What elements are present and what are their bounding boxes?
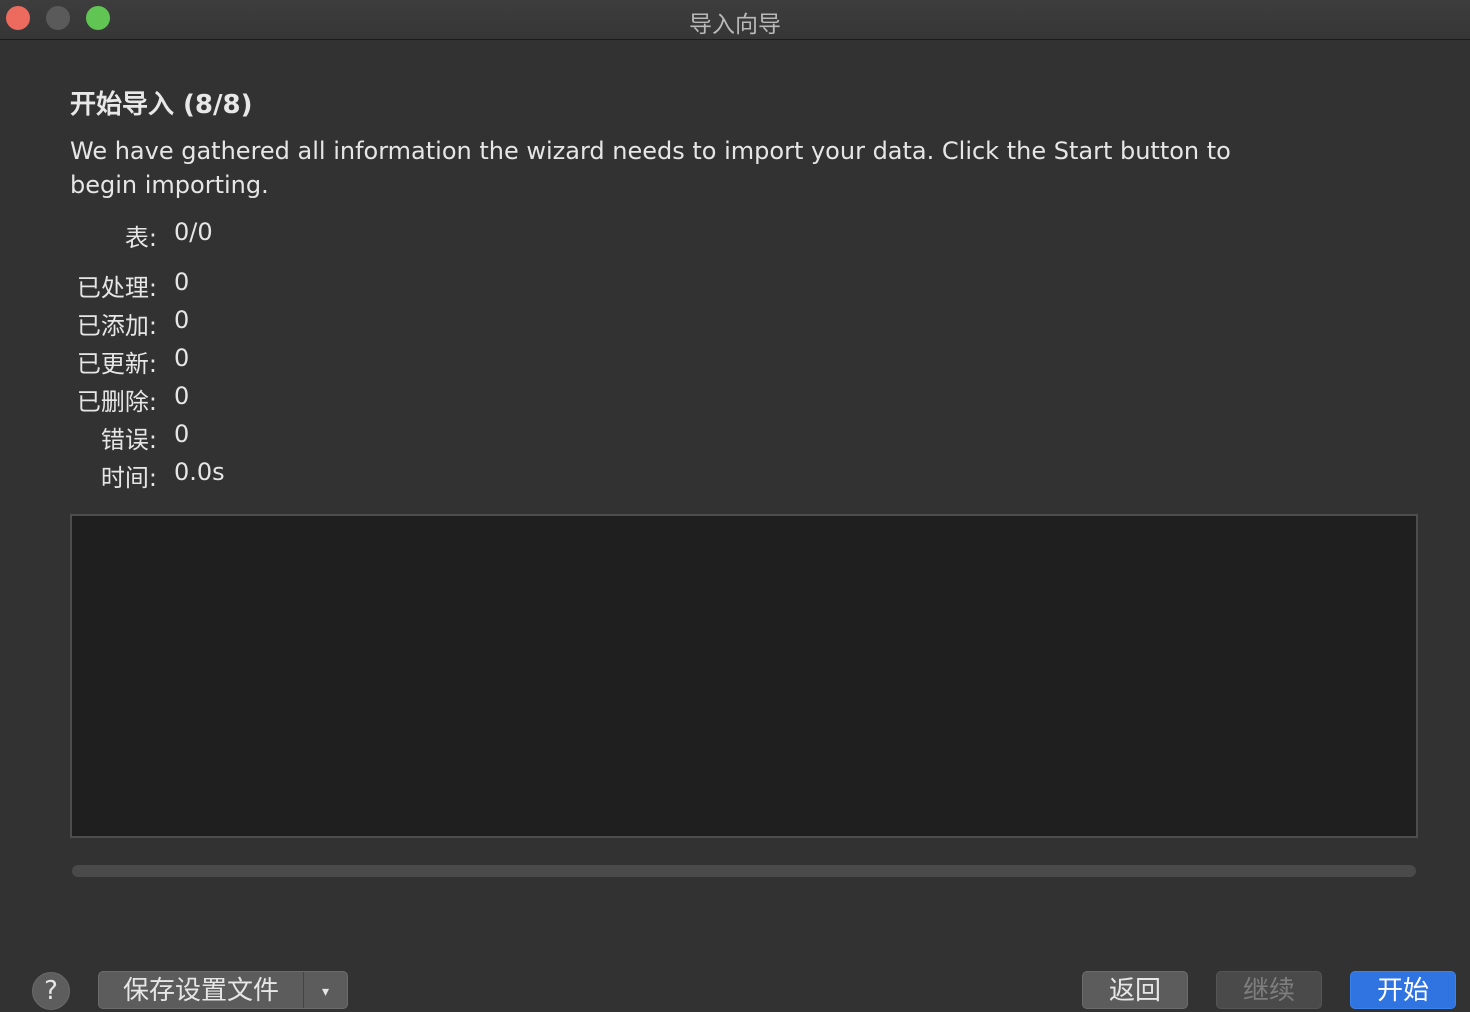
save-profile-split-button: 保存设置文件 ▾ <box>98 971 348 1009</box>
stat-tables: 表: 0/0 <box>0 218 400 252</box>
stat-label: 已添加: <box>76 312 157 340</box>
stat-processed: 已处理: 0 <box>0 268 400 302</box>
import-wizard-window: 导入向导 开始导入 (8/8) We have gathered all inf… <box>0 0 1470 1012</box>
stat-value: 0.0s <box>174 458 225 486</box>
stat-value: 0 <box>174 382 190 410</box>
stat-added: 已添加: 0 <box>0 306 400 340</box>
stat-label: 已更新: <box>76 350 157 378</box>
stat-value: 0/0 <box>174 218 213 246</box>
stat-value: 0 <box>174 306 190 334</box>
import-progress-bar <box>72 865 1416 877</box>
continue-button[interactable]: 继续 <box>1216 971 1322 1009</box>
stat-value: 0 <box>174 268 190 296</box>
stat-time: 时间: 0.0s <box>0 458 400 492</box>
step-heading: 开始导入 (8/8) <box>70 90 253 120</box>
stat-label: 已删除: <box>76 388 157 416</box>
back-button[interactable]: 返回 <box>1082 971 1188 1009</box>
stat-deleted: 已删除: 0 <box>0 382 400 416</box>
stat-label: 已处理: <box>76 274 157 302</box>
step-description: We have gathered all information the wiz… <box>70 137 1231 199</box>
stat-errors: 错误: 0 <box>0 420 400 454</box>
chevron-down-icon[interactable]: ▾ <box>304 972 347 1008</box>
start-button[interactable]: 开始 <box>1350 971 1456 1009</box>
window-title: 导入向导 <box>689 12 781 38</box>
stat-updated: 已更新: 0 <box>0 344 400 378</box>
stat-label: 表: <box>124 224 157 252</box>
save-profile-button[interactable]: 保存设置文件 <box>99 972 303 1008</box>
stat-value: 0 <box>174 420 190 448</box>
title-bar: 导入向导 <box>0 0 1470 40</box>
help-button[interactable]: ? <box>32 972 70 1010</box>
stat-value: 0 <box>174 344 190 372</box>
import-log-area[interactable] <box>70 514 1418 838</box>
stat-label: 错误: <box>100 426 157 454</box>
stat-label: 时间: <box>100 464 157 492</box>
